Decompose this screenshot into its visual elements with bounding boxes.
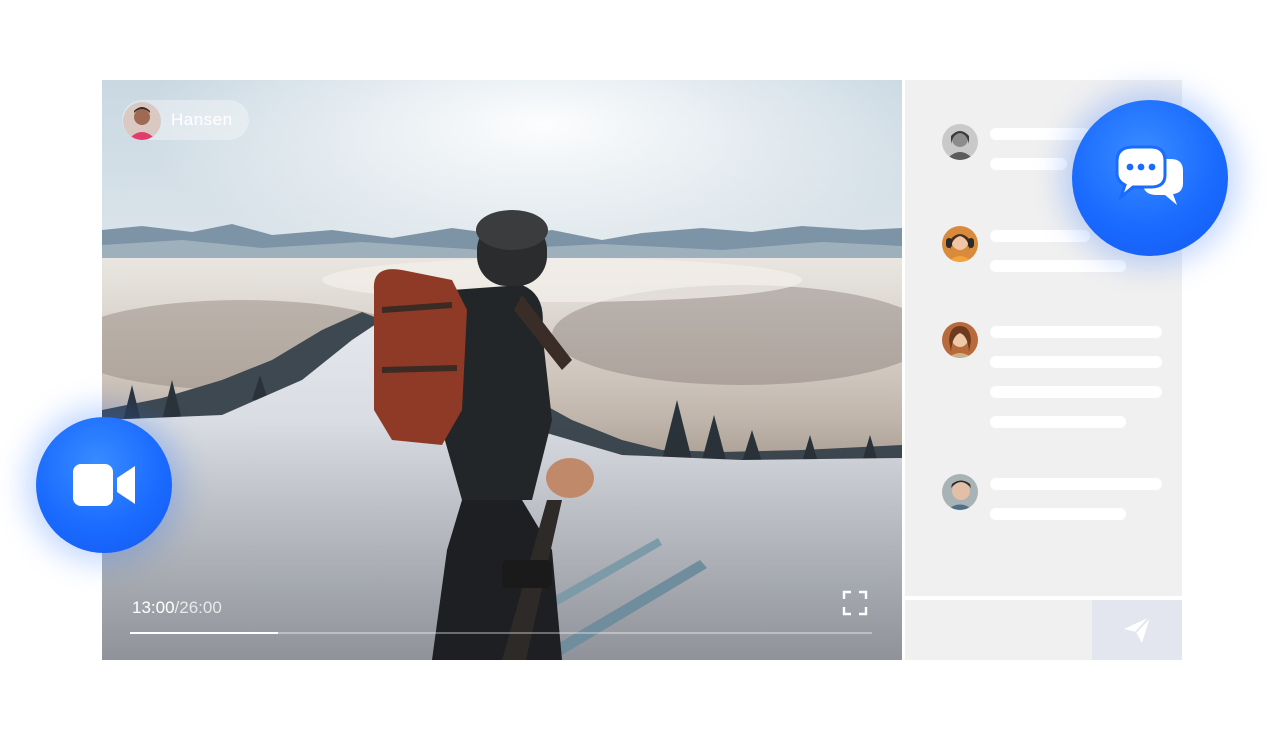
current-time: 13:00 [132, 598, 175, 617]
message-text-placeholder [990, 230, 1090, 242]
chat-badge-button[interactable] [1072, 100, 1228, 256]
video-badge-button[interactable] [36, 417, 172, 553]
progress-bar[interactable] [130, 632, 872, 634]
user-avatar [942, 124, 978, 160]
paper-plane-icon [1124, 616, 1151, 643]
send-button[interactable] [1092, 600, 1182, 660]
presenter-tag: Hansen [122, 100, 249, 140]
message-text-placeholder [990, 478, 1162, 490]
presenter-name: Hansen [171, 110, 233, 129]
video-player[interactable]: Hansen 13:00/26:00 [102, 80, 902, 660]
user-avatar [942, 226, 978, 262]
message-text-placeholder [990, 128, 1090, 140]
user-avatar [942, 474, 978, 510]
list-item [942, 322, 1162, 442]
message-text-placeholder [990, 386, 1162, 398]
total-time: /26:00 [174, 598, 222, 617]
video-camera-icon [73, 464, 135, 506]
user-avatar [942, 322, 978, 358]
message-text-placeholder [990, 158, 1067, 170]
list-item [942, 474, 1162, 534]
video-frame [102, 80, 902, 660]
message-text-placeholder [990, 326, 1162, 338]
message-text-placeholder [990, 260, 1126, 272]
progress-fill [130, 632, 279, 634]
presenter-avatar [123, 101, 161, 140]
playback-time: 13:00/26:00 [132, 598, 222, 618]
message-text-placeholder [990, 356, 1162, 368]
message-text-placeholder [990, 416, 1126, 428]
message-text-placeholder [990, 508, 1126, 520]
fullscreen-icon[interactable] [842, 590, 868, 616]
list-item [942, 124, 1090, 184]
chat-bubbles-icon [1115, 145, 1183, 205]
video-chat-showcase: Hansen 13:00/26:00 [0, 0, 1280, 738]
message-composer[interactable] [905, 600, 1182, 660]
